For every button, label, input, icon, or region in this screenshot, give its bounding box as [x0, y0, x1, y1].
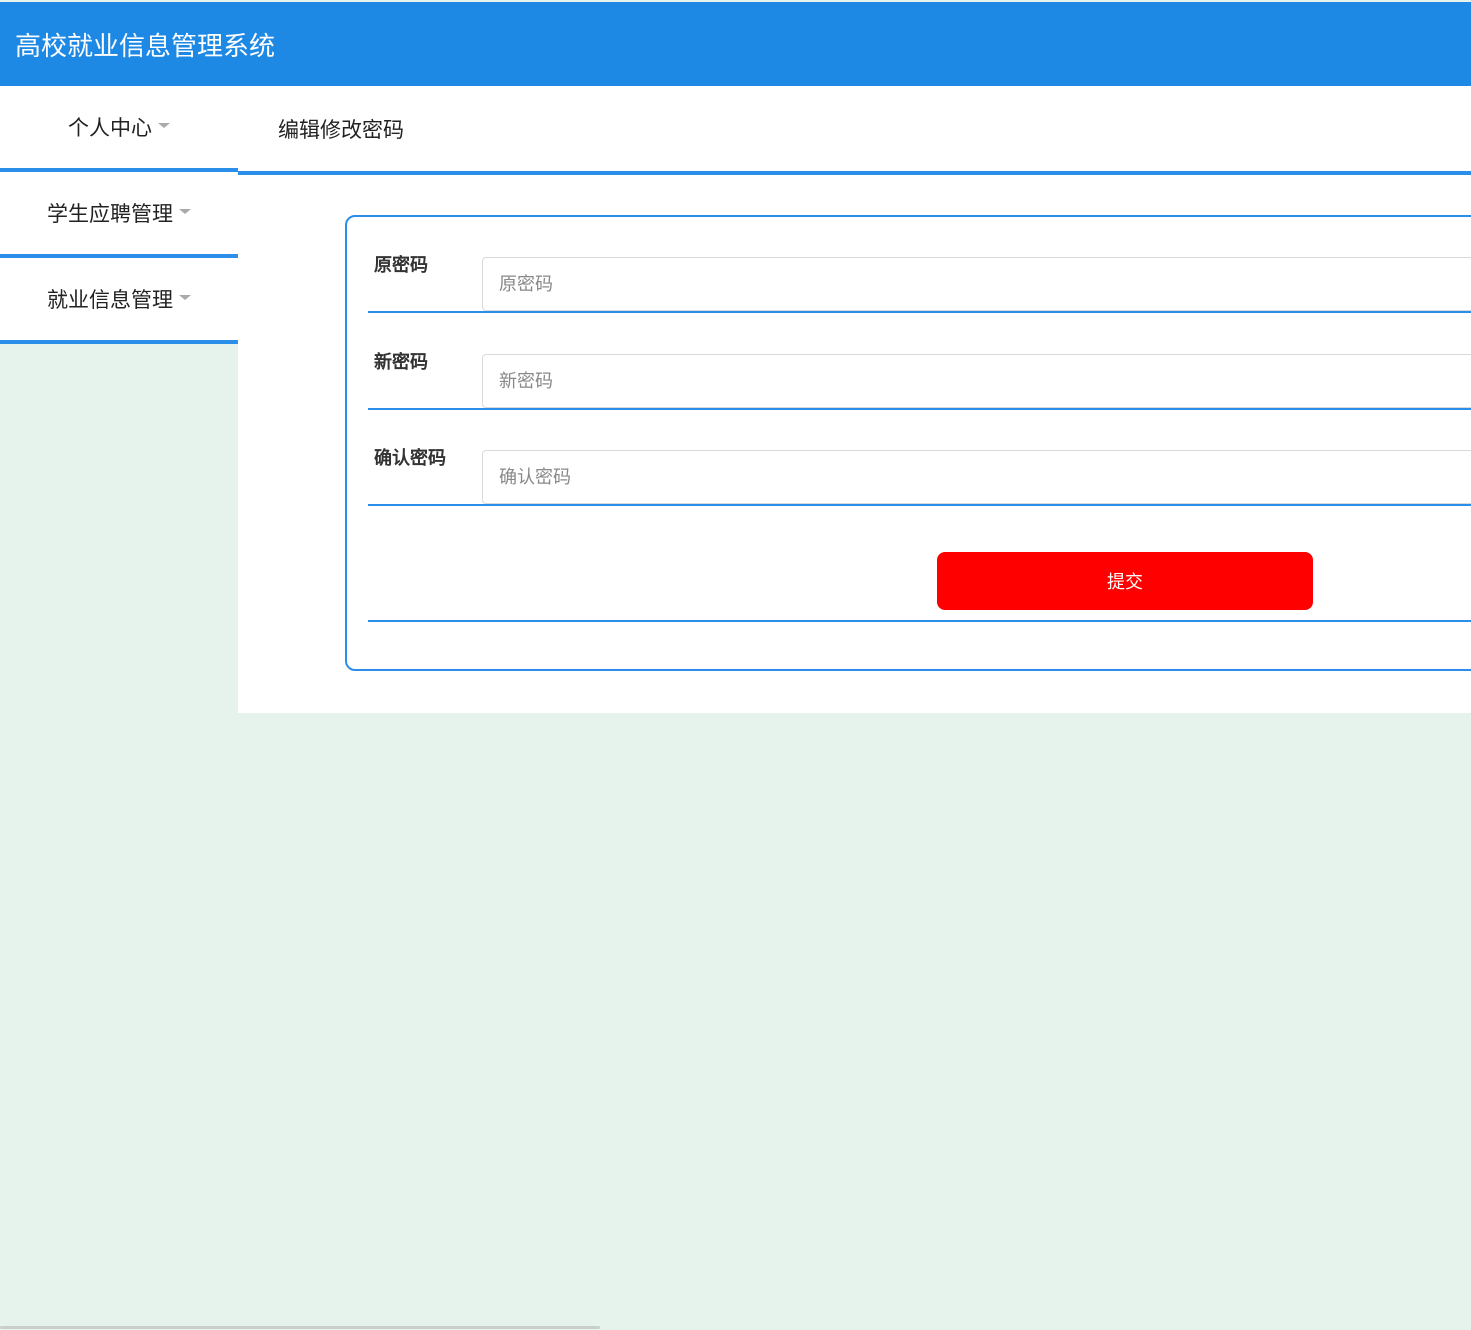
sidebar: 个人中心 学生应聘管理 就业信息管理 [0, 86, 238, 344]
horizontal-scrollbar[interactable] [0, 1326, 600, 1329]
confirm-password-input[interactable] [482, 450, 1471, 504]
main-content: 原密码 新密码 确认密码 提交 [238, 175, 1471, 713]
sidebar-item-label: 学生应聘管理 [47, 202, 173, 226]
old-password-input[interactable] [482, 257, 1471, 311]
caret-down-icon [179, 294, 191, 300]
form-row-actions: 提交 [368, 524, 1471, 622]
submit-button[interactable]: 提交 [937, 552, 1313, 610]
caret-down-icon [158, 122, 170, 128]
confirm-password-label: 确认密码 [374, 448, 446, 469]
form-row-new-password: 新密码 [368, 314, 1471, 410]
new-password-label: 新密码 [374, 352, 428, 373]
caret-down-icon [179, 208, 191, 214]
form-row-old-password: 原密码 [368, 217, 1471, 313]
password-form-card: 原密码 新密码 确认密码 提交 [345, 215, 1471, 671]
page-title: 编辑修改密码 [278, 117, 404, 142]
form-row-confirm-password: 确认密码 [368, 410, 1471, 506]
sidebar-item-label: 个人中心 [68, 116, 152, 140]
sidebar-item-label: 就业信息管理 [47, 288, 173, 312]
old-password-label: 原密码 [374, 255, 428, 276]
new-password-input[interactable] [482, 354, 1471, 408]
app-header: 高校就业信息管理系统 [0, 2, 1471, 86]
page-header: 编辑修改密码 [238, 86, 1471, 175]
sidebar-item-personal-center[interactable]: 个人中心 [0, 86, 238, 172]
sidebar-item-student-application[interactable]: 学生应聘管理 [0, 172, 238, 258]
sidebar-item-employment-info[interactable]: 就业信息管理 [0, 258, 238, 344]
app-title: 高校就业信息管理系统 [15, 31, 276, 62]
